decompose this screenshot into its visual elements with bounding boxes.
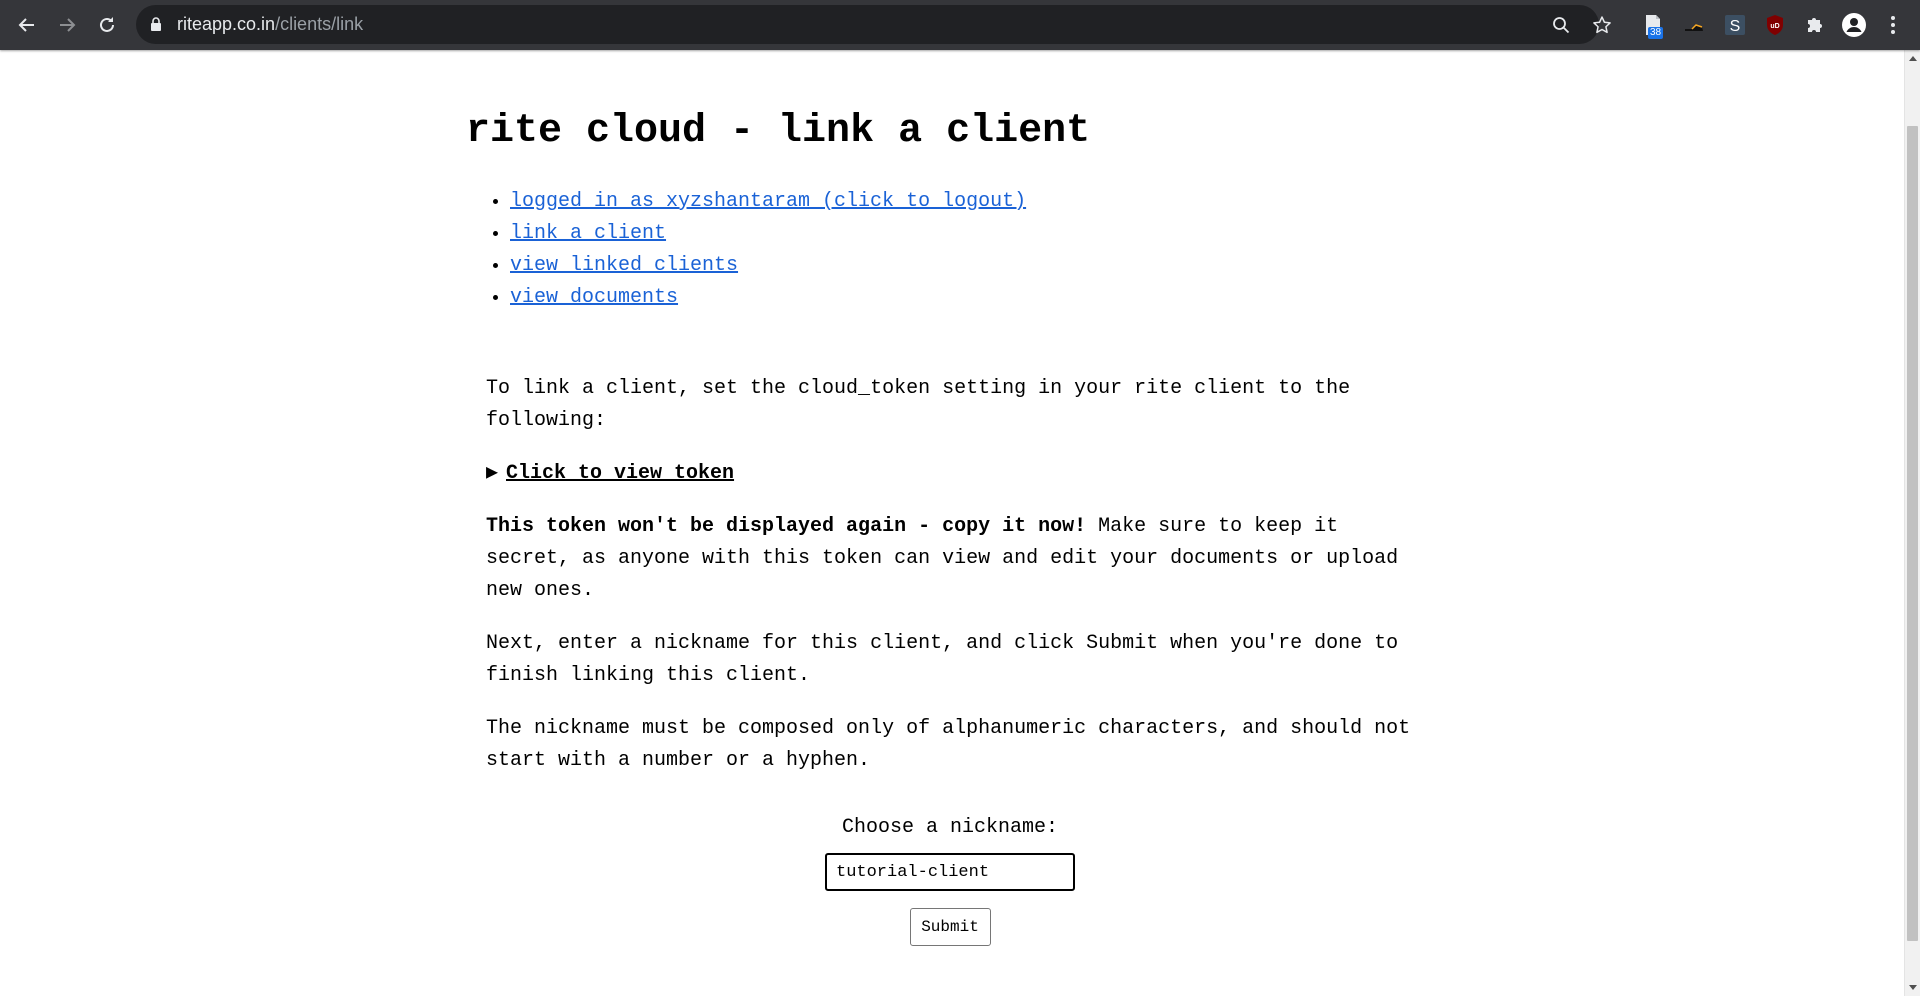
token-warning: This token won't be displayed again - co…: [486, 511, 1426, 607]
submit-button[interactable]: Submit: [909, 908, 991, 946]
scroll-up-arrow-icon[interactable]: [1909, 56, 1917, 61]
nav-links: logged in as xyzshantaram (click to logo…: [466, 186, 1026, 314]
extension-shoe-icon[interactable]: [1679, 10, 1709, 40]
vertical-scrollbar[interactable]: [1904, 50, 1920, 996]
lock-icon: [150, 16, 162, 36]
extension-badge-count: 38: [1648, 27, 1664, 39]
nav-item: logged in as xyzshantaram (click to logo…: [510, 186, 1026, 218]
token-toggle-label: Click to view token: [506, 462, 735, 485]
forward-icon[interactable]: [52, 10, 82, 40]
extensions-puzzle-icon[interactable]: [1800, 10, 1830, 40]
link-client-link[interactable]: link a client: [510, 222, 666, 245]
extension-document-icon[interactable]: 38: [1638, 10, 1668, 40]
back-icon[interactable]: [12, 10, 42, 40]
browser-menu-icon[interactable]: [1878, 10, 1908, 40]
disclosure-triangle-icon: ▶: [486, 462, 499, 485]
nickname-label: Choose a nickname:: [841, 816, 1059, 839]
ublock-icon[interactable]: uD: [1760, 10, 1790, 40]
next-step-text: Next, enter a nickname for this client, …: [486, 632, 1399, 687]
url-text: riteapp.co.in/clients/link: [177, 14, 364, 34]
reload-icon[interactable]: [92, 10, 122, 40]
token-toggle[interactable]: ▶ Click to view token: [486, 458, 1426, 490]
extension-s-icon[interactable]: S: [1720, 10, 1750, 40]
svg-text:uD: uD: [1770, 23, 1779, 30]
nav-item: view linked clients: [510, 250, 1026, 282]
address-bar[interactable]: riteapp.co.in/clients/link: [136, 5, 1599, 44]
nickname-form: Choose a nickname: Submit: [466, 815, 1434, 946]
bookmark-star-icon[interactable]: [1587, 10, 1617, 40]
logout-link[interactable]: logged in as xyzshantaram (click to logo…: [510, 190, 1026, 213]
nav-item: view documents: [510, 282, 1026, 314]
profile-avatar-icon[interactable]: [1839, 10, 1869, 40]
scroll-down-arrow-icon[interactable]: [1909, 985, 1917, 990]
nickname-rule-text: The nickname must be composed only of al…: [486, 717, 1411, 772]
nav-item: link a client: [510, 218, 1026, 250]
intro-text: To link a client, set the cloud_token se…: [486, 377, 1351, 432]
browser-toolbar: riteapp.co.in/clients/link 38 S uD: [0, 0, 1920, 50]
view-linked-clients-link[interactable]: view linked clients: [510, 254, 738, 277]
token-warning-bold: This token won't be displayed again - co…: [486, 515, 1087, 538]
view-documents-link[interactable]: view documents: [510, 286, 678, 309]
nickname-input[interactable]: [825, 853, 1075, 891]
zoom-icon[interactable]: [1546, 10, 1576, 40]
scrollbar-thumb[interactable]: [1907, 126, 1918, 941]
page-title: rite cloud - link a client: [466, 109, 1091, 154]
page-body: rite cloud - link a client logged in as …: [0, 50, 1904, 996]
svg-text:S: S: [1730, 18, 1741, 35]
